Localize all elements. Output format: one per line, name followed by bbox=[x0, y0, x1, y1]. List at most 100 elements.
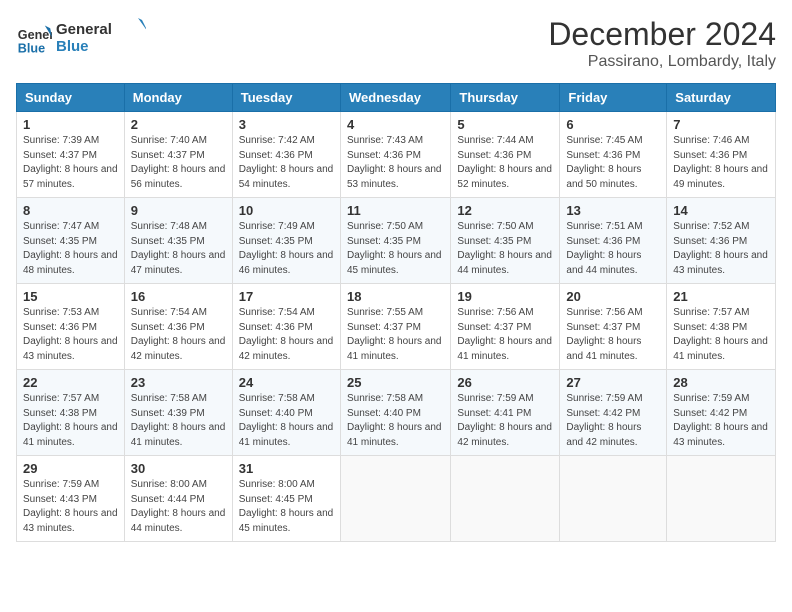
day-info: Sunrise: 7:59 AMSunset: 4:42 PMDaylight:… bbox=[673, 392, 769, 450]
calendar-cell: 16 Sunrise: 7:54 AMSunset: 4:36 PMDayligh… bbox=[124, 284, 232, 370]
location: Passirano, Lombardy, Italy bbox=[548, 53, 776, 71]
logo-svg: General Blue bbox=[56, 16, 146, 56]
day-info: Sunrise: 7:47 AMSunset: 4:35 PMDaylight:… bbox=[23, 220, 118, 278]
day-number: 11 bbox=[347, 203, 444, 218]
day-number: 23 bbox=[131, 375, 226, 390]
day-number: 27 bbox=[566, 375, 660, 390]
day-info: Sunrise: 7:54 AMSunset: 4:36 PMDaylight:… bbox=[131, 306, 226, 364]
day-number: 1 bbox=[23, 117, 118, 132]
day-info: Sunrise: 7:50 AMSunset: 4:35 PMDaylight:… bbox=[457, 220, 553, 278]
day-info: Sunrise: 7:59 AMSunset: 4:43 PMDaylight:… bbox=[23, 478, 118, 536]
day-info: Sunrise: 7:40 AMSunset: 4:37 PMDaylight:… bbox=[131, 134, 226, 192]
calendar-cell: 5Sunrise: 7:44 AMSunset: 4:36 PMDaylight… bbox=[451, 112, 560, 198]
calendar-cell: 15Sunrise: 7:53 AMSunset: 4:36 PMDayligh… bbox=[17, 284, 125, 370]
day-number: 16 bbox=[131, 289, 226, 304]
day-number: 28 bbox=[673, 375, 769, 390]
svg-text:General: General bbox=[18, 28, 52, 42]
calendar-week-1: 1Sunrise: 7:39 AMSunset: 4:37 PMDaylight… bbox=[17, 112, 776, 198]
day-number: 5 bbox=[457, 117, 553, 132]
calendar-cell: 14 Sunrise: 7:52 AMSunset: 4:36 PMDayligh… bbox=[667, 198, 776, 284]
calendar-table: SundayMondayTuesdayWednesdayThursdayFrid… bbox=[16, 83, 776, 542]
calendar-cell: 3 Sunrise: 7:42 AMSunset: 4:36 PMDaylight… bbox=[232, 112, 340, 198]
calendar-cell: 13Sunrise: 7:51 AMSunset: 4:36 PMDayligh… bbox=[560, 198, 667, 284]
day-number: 6 bbox=[566, 117, 660, 132]
month-title: December 2024 bbox=[548, 16, 776, 53]
day-number: 8 bbox=[23, 203, 118, 218]
calendar-cell: 22 Sunrise: 7:57 AMSunset: 4:38 PMDayligh… bbox=[17, 370, 125, 456]
day-info: Sunrise: 7:50 AMSunset: 4:35 PMDaylight:… bbox=[347, 220, 444, 278]
calendar-cell: 6Sunrise: 7:45 AMSunset: 4:36 PMDaylight… bbox=[560, 112, 667, 198]
weekday-header-friday: Friday bbox=[560, 84, 667, 112]
day-info: Sunrise: 8:00 AMSunset: 4:44 PMDaylight:… bbox=[131, 478, 226, 536]
calendar-cell: 28 Sunrise: 7:59 AMSunset: 4:42 PMDayligh… bbox=[667, 370, 776, 456]
calendar-cell: 2 Sunrise: 7:40 AMSunset: 4:37 PMDaylight… bbox=[124, 112, 232, 198]
day-info: Sunrise: 7:58 AMSunset: 4:40 PMDaylight:… bbox=[347, 392, 444, 450]
calendar-cell: 9Sunrise: 7:48 AMSunset: 4:35 PMDaylight… bbox=[124, 198, 232, 284]
calendar-cell: 20 Sunrise: 7:56 AMSunset: 4:37 PMDayligh… bbox=[560, 284, 667, 370]
weekday-header-tuesday: Tuesday bbox=[232, 84, 340, 112]
svg-text:General: General bbox=[56, 21, 112, 38]
calendar-cell: 1Sunrise: 7:39 AMSunset: 4:37 PMDaylight… bbox=[17, 112, 125, 198]
calendar-cell: 29 Sunrise: 7:59 AMSunset: 4:43 PMDayligh… bbox=[17, 456, 125, 542]
day-info: Sunrise: 7:51 AMSunset: 4:36 PMDaylight:… bbox=[566, 220, 660, 278]
calendar-week-5: 29 Sunrise: 7:59 AMSunset: 4:43 PMDayligh… bbox=[17, 456, 776, 542]
day-info: Sunrise: 7:43 AMSunset: 4:36 PMDaylight:… bbox=[347, 134, 444, 192]
day-number: 3 bbox=[239, 117, 334, 132]
calendar-cell bbox=[560, 456, 667, 542]
day-info: Sunrise: 7:42 AMSunset: 4:36 PMDaylight:… bbox=[239, 134, 334, 192]
day-info: Sunrise: 7:56 AMSunset: 4:37 PMDaylight:… bbox=[566, 306, 660, 364]
day-info: Sunrise: 7:46 AMSunset: 4:36 PMDaylight:… bbox=[673, 134, 769, 192]
svg-text:Blue: Blue bbox=[56, 38, 89, 55]
calendar-cell: 11 Sunrise: 7:50 AMSunset: 4:35 PMDayligh… bbox=[340, 198, 450, 284]
day-info: Sunrise: 7:59 AMSunset: 4:42 PMDaylight:… bbox=[566, 392, 660, 450]
calendar-cell: 26Sunrise: 7:59 AMSunset: 4:41 PMDayligh… bbox=[451, 370, 560, 456]
day-number: 2 bbox=[131, 117, 226, 132]
calendar-cell: 23Sunrise: 7:58 AMSunset: 4:39 PMDayligh… bbox=[124, 370, 232, 456]
day-info: Sunrise: 7:54 AMSunset: 4:36 PMDaylight:… bbox=[239, 306, 334, 364]
calendar-cell bbox=[340, 456, 450, 542]
calendar-cell: 10Sunrise: 7:49 AMSunset: 4:35 PMDayligh… bbox=[232, 198, 340, 284]
page-header: General Blue General Blue December 2024 … bbox=[16, 16, 776, 71]
day-number: 19 bbox=[457, 289, 553, 304]
day-info: Sunrise: 7:52 AMSunset: 4:36 PMDaylight:… bbox=[673, 220, 769, 278]
day-number: 20 bbox=[566, 289, 660, 304]
weekday-header-saturday: Saturday bbox=[667, 84, 776, 112]
calendar-cell: 19 Sunrise: 7:56 AMSunset: 4:37 PMDayligh… bbox=[451, 284, 560, 370]
day-number: 18 bbox=[347, 289, 444, 304]
calendar-cell: 24Sunrise: 7:58 AMSunset: 4:40 PMDayligh… bbox=[232, 370, 340, 456]
day-number: 4 bbox=[347, 117, 444, 132]
title-block: December 2024 Passirano, Lombardy, Italy bbox=[548, 16, 776, 71]
day-number: 9 bbox=[131, 203, 226, 218]
day-info: Sunrise: 7:58 AMSunset: 4:40 PMDaylight:… bbox=[239, 392, 334, 450]
calendar-cell: 4 Sunrise: 7:43 AMSunset: 4:36 PMDaylight… bbox=[340, 112, 450, 198]
day-number: 30 bbox=[131, 461, 226, 476]
calendar-cell: 8 Sunrise: 7:47 AMSunset: 4:35 PMDaylight… bbox=[17, 198, 125, 284]
calendar-cell: 31Sunrise: 8:00 AMSunset: 4:45 PMDayligh… bbox=[232, 456, 340, 542]
day-number: 12 bbox=[457, 203, 553, 218]
day-info: Sunrise: 7:55 AMSunset: 4:37 PMDaylight:… bbox=[347, 306, 444, 364]
calendar-cell bbox=[451, 456, 560, 542]
day-info: Sunrise: 7:57 AMSunset: 4:38 PMDaylight:… bbox=[23, 392, 118, 450]
day-info: Sunrise: 7:56 AMSunset: 4:37 PMDaylight:… bbox=[457, 306, 553, 364]
day-number: 10 bbox=[239, 203, 334, 218]
day-number: 7 bbox=[673, 117, 769, 132]
calendar-cell: 18 Sunrise: 7:55 AMSunset: 4:37 PMDayligh… bbox=[340, 284, 450, 370]
day-info: Sunrise: 7:53 AMSunset: 4:36 PMDaylight:… bbox=[23, 306, 118, 364]
calendar-week-2: 8 Sunrise: 7:47 AMSunset: 4:35 PMDaylight… bbox=[17, 198, 776, 284]
weekday-header-monday: Monday bbox=[124, 84, 232, 112]
calendar-cell: 25Sunrise: 7:58 AMSunset: 4:40 PMDayligh… bbox=[340, 370, 450, 456]
day-number: 14 bbox=[673, 203, 769, 218]
weekday-header-wednesday: Wednesday bbox=[340, 84, 450, 112]
calendar-cell: 27 Sunrise: 7:59 AMSunset: 4:42 PMDayligh… bbox=[560, 370, 667, 456]
calendar-body: 1Sunrise: 7:39 AMSunset: 4:37 PMDaylight… bbox=[17, 112, 776, 542]
calendar-cell: 30 Sunrise: 8:00 AMSunset: 4:44 PMDayligh… bbox=[124, 456, 232, 542]
day-info: Sunrise: 7:57 AMSunset: 4:38 PMDaylight:… bbox=[673, 306, 769, 364]
svg-text:Blue: Blue bbox=[18, 41, 45, 55]
day-number: 29 bbox=[23, 461, 118, 476]
calendar-cell bbox=[667, 456, 776, 542]
day-number: 22 bbox=[23, 375, 118, 390]
weekday-header-sunday: Sunday bbox=[17, 84, 125, 112]
day-number: 21 bbox=[673, 289, 769, 304]
weekday-header-thursday: Thursday bbox=[451, 84, 560, 112]
calendar-week-3: 15Sunrise: 7:53 AMSunset: 4:36 PMDayligh… bbox=[17, 284, 776, 370]
